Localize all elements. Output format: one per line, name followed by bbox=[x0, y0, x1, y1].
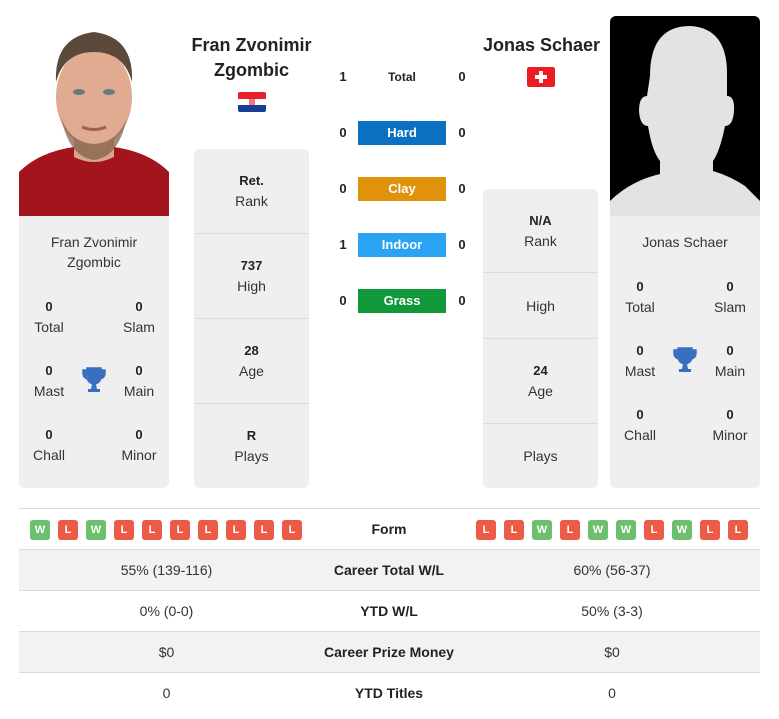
player-left-card: Fran Zvonimir Zgombic 0 Total 0 Slam 0 Mast … bbox=[19, 216, 169, 488]
player-left-stats: Ret. Rank 737 High 28 Age R Plays bbox=[194, 149, 309, 488]
ytd-titles-left: 0 bbox=[162, 685, 171, 701]
h2h-hard-row: 0 Hard 0 bbox=[330, 121, 475, 145]
h2h-total-label: Total bbox=[388, 70, 416, 84]
form-win-badge[interactable]: W bbox=[672, 520, 692, 540]
form-loss-badge[interactable]: L bbox=[700, 520, 720, 540]
form-win-badge[interactable]: W bbox=[532, 520, 552, 540]
player-right-card-name: Jonas Schaer bbox=[642, 234, 728, 250]
left-rank: Ret. Rank bbox=[194, 149, 309, 234]
form-loss-badge[interactable]: L bbox=[728, 520, 748, 540]
form-loss-badge[interactable]: L bbox=[282, 520, 302, 540]
surface-indoor-badge[interactable]: Indoor bbox=[358, 233, 446, 257]
prize-money-label: Career Prize Money bbox=[324, 644, 454, 660]
trophy-icon bbox=[81, 366, 107, 394]
player-right-card: Jonas Schaer 0 Total 0 Slam 0 Mast 0 Main 0C… bbox=[610, 216, 760, 488]
form-loss-badge[interactable]: L bbox=[476, 520, 496, 540]
surface-grass-badge[interactable]: Grass bbox=[358, 289, 446, 313]
player-left-photo bbox=[19, 22, 169, 216]
right-titles-main: 0 Main bbox=[714, 343, 746, 379]
ytd-wl-label: YTD W/L bbox=[360, 603, 418, 619]
left-plays: R Plays bbox=[234, 428, 269, 464]
h2h-clay-row: 0 Clay 0 bbox=[330, 177, 475, 201]
h2h-indoor-left: 1 bbox=[339, 237, 347, 252]
left-titles-main: 0 Main bbox=[123, 363, 155, 399]
surface-clay-badge[interactable]: Clay bbox=[358, 177, 446, 201]
h2h-clay-left: 0 bbox=[339, 181, 347, 196]
prize-money-left: $0 bbox=[158, 644, 175, 660]
right-titles-slam: 0 Slam bbox=[714, 279, 746, 315]
form-win-badge[interactable]: W bbox=[588, 520, 608, 540]
right-rank: N/A Rank bbox=[483, 189, 598, 273]
h2h-total-left: 1 bbox=[339, 69, 347, 84]
left-titles-mast: 0 Mast bbox=[33, 363, 65, 399]
right-high: High bbox=[483, 273, 598, 339]
right-titles-minor: 0 Minor bbox=[712, 407, 748, 443]
form-loss-badge[interactable]: L bbox=[198, 520, 218, 540]
left-titles-chall: 0 Chall bbox=[33, 427, 65, 463]
form-loss-badge[interactable]: L bbox=[226, 520, 246, 540]
h2h-indoor-row: 1 Indoor 0 bbox=[330, 233, 475, 257]
form-loss-badge[interactable]: L bbox=[560, 520, 580, 540]
form-win-badge[interactable]: W bbox=[30, 520, 50, 540]
table-row: 0% (0-0) YTD W/L 50% (3-3) bbox=[19, 590, 760, 631]
table-row: $0 Career Prize Money $0 bbox=[19, 631, 760, 672]
left-high: 737 High bbox=[194, 234, 309, 319]
right-titles-total: 0 Total bbox=[625, 279, 655, 315]
right-age: 24 Age bbox=[483, 339, 598, 424]
career-wl-left: 55% (139-116) bbox=[120, 562, 213, 578]
h2h-indoor-right: 0 bbox=[458, 237, 466, 252]
h2h-hard-left: 0 bbox=[339, 125, 347, 140]
form-win-badge[interactable]: W bbox=[86, 520, 106, 540]
flag-switzerland-icon bbox=[527, 67, 555, 87]
career-wl-right: 60% (56-37) bbox=[573, 562, 651, 578]
right-plays: Plays bbox=[523, 448, 558, 464]
form-loss-badge[interactable]: L bbox=[170, 520, 190, 540]
form-label: Form bbox=[371, 521, 407, 537]
surface-hard-badge[interactable]: Hard bbox=[358, 121, 446, 145]
form-win-badge[interactable]: W bbox=[616, 520, 636, 540]
form-right: LLWLWWLWLL bbox=[476, 520, 748, 540]
h2h-total-right: 0 bbox=[458, 69, 466, 84]
form-loss-badge[interactable]: L bbox=[142, 520, 162, 540]
player-left-card-name: Fran Zvonimir Zgombic bbox=[50, 234, 138, 270]
player-left-name[interactable]: Fran Zvonimir Zgombic bbox=[180, 33, 323, 83]
table-row: 0 YTD Titles 0 bbox=[19, 672, 760, 713]
form-left: WLWLLLLLLL bbox=[30, 520, 302, 540]
ytd-titles-right: 0 bbox=[608, 685, 616, 701]
prize-money-right: $0 bbox=[604, 644, 620, 660]
form-loss-badge[interactable]: L bbox=[114, 520, 134, 540]
h2h-grass-row: 0 Grass 0 bbox=[330, 289, 475, 313]
comparison-table: WLWLLLLLLL Form LLWLWWLWLL 55% (139-116)… bbox=[19, 508, 760, 713]
h2h-grass-right: 0 bbox=[458, 293, 466, 308]
left-age: 28 Age bbox=[194, 319, 309, 404]
left-titles-total: 0 Total bbox=[34, 299, 64, 335]
form-loss-badge[interactable]: L bbox=[504, 520, 524, 540]
h2h-total-row: 1 Total 0 bbox=[330, 65, 475, 89]
h2h-grass-left: 0 bbox=[339, 293, 347, 308]
left-titles-minor: 0 Minor bbox=[121, 427, 157, 463]
trophy-icon bbox=[672, 346, 698, 374]
career-wl-label: Career Total W/L bbox=[333, 562, 445, 578]
form-loss-badge[interactable]: L bbox=[254, 520, 274, 540]
ytd-wl-left: 0% (0-0) bbox=[139, 603, 194, 619]
flag-croatia-icon bbox=[238, 92, 266, 112]
form-loss-badge[interactable]: L bbox=[644, 520, 664, 540]
ytd-titles-label: YTD Titles bbox=[354, 685, 424, 701]
form-loss-badge[interactable]: L bbox=[58, 520, 78, 540]
left-titles-slam: 0 Slam bbox=[123, 299, 155, 335]
form-row: WLWLLLLLLL Form LLWLWWLWLL bbox=[19, 508, 760, 549]
h2h-hard-right: 0 bbox=[458, 125, 466, 140]
player-right-name[interactable]: Jonas Schaer bbox=[470, 33, 613, 58]
right-titles-chall: 0 Chall bbox=[624, 407, 656, 443]
table-row: 55% (139-116) Career Total W/L 60% (56-3… bbox=[19, 549, 760, 590]
ytd-wl-right: 50% (3-3) bbox=[581, 603, 643, 619]
player-right-stats: N/A Rank High 24 Age Plays bbox=[483, 189, 598, 488]
h2h-clay-right: 0 bbox=[458, 181, 466, 196]
player-right-photo bbox=[610, 16, 760, 216]
right-titles-mast: 0 Mast bbox=[624, 343, 656, 379]
